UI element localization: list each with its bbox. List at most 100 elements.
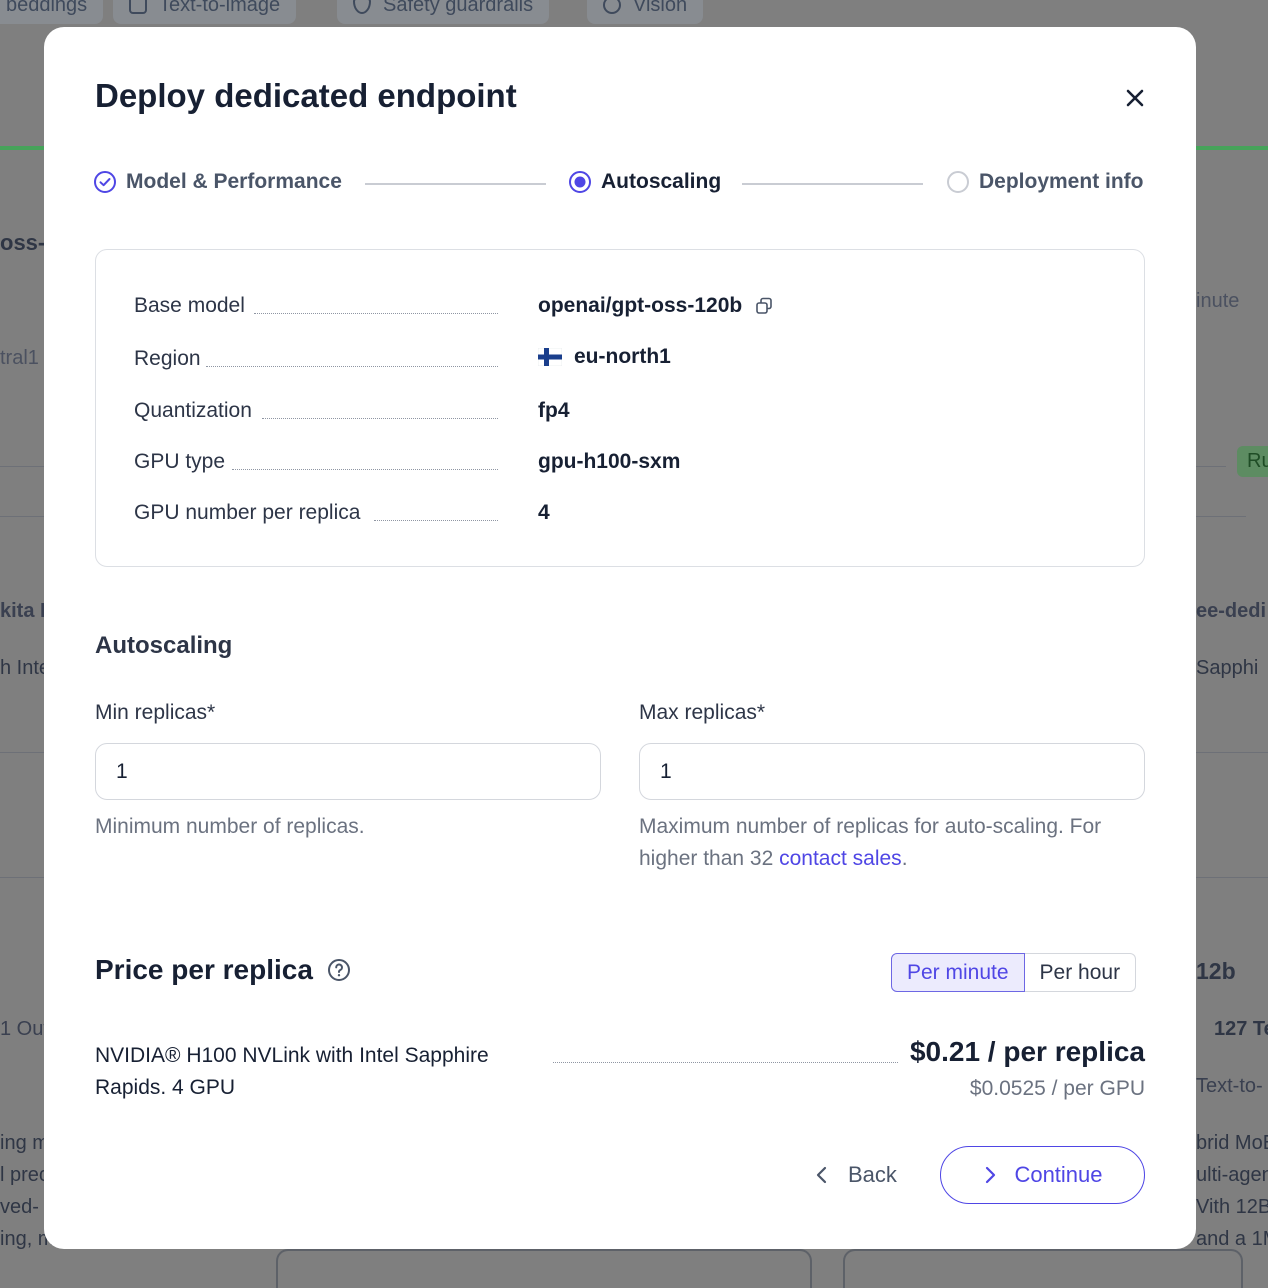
bg-card — [276, 1249, 812, 1288]
bg-divider — [1196, 466, 1226, 467]
price-section-title: Price per replica — [95, 954, 351, 986]
bg-divider — [1196, 516, 1246, 517]
summary-label: Base model — [134, 294, 247, 318]
dotted-leader — [232, 469, 498, 470]
summary-value: 4 — [538, 501, 550, 524]
region-value: eu-north1 — [574, 345, 671, 368]
price-period-toggle: Per minute Per hour — [891, 953, 1137, 992]
bg-fragment: ee-dedi — [1196, 600, 1267, 622]
back-label: Back — [848, 1162, 897, 1187]
price-title-text: Price per replica — [95, 954, 313, 985]
min-replicas-label: Min replicas* — [95, 701, 216, 724]
bg-divider — [0, 466, 44, 467]
min-replicas-input[interactable] — [95, 743, 601, 800]
bg-divider — [1196, 752, 1268, 753]
bg-divider — [0, 877, 44, 878]
bg-fragment: ulti-agen — [1196, 1164, 1268, 1186]
bg-fragment: l prec — [0, 1164, 49, 1186]
dotted-leader — [262, 418, 498, 419]
per-hour-toggle[interactable]: Per hour — [1024, 953, 1137, 992]
close-icon[interactable] — [1120, 83, 1150, 113]
radio-empty-icon — [947, 171, 969, 193]
bg-fragment: ved- — [0, 1196, 39, 1218]
model-summary-card: Base model openai/gpt-oss-120b Region eu… — [95, 249, 1145, 567]
summary-row-base-model: Base model openai/gpt-oss-120b — [134, 290, 1114, 320]
bg-fragment: oss- — [0, 230, 46, 255]
max-replicas-input[interactable] — [639, 743, 1145, 800]
step-label: Model & Performance — [126, 170, 342, 193]
helper-suffix: . — [901, 847, 908, 870]
bg-tab-label: beddings — [6, 0, 88, 16]
bg-tab-label: Safety guardrails — [383, 0, 534, 16]
deploy-endpoint-modal: Deploy dedicated endpoint Model & Perfor… — [44, 27, 1196, 1249]
autoscaling-section-title: Autoscaling — [95, 632, 233, 659]
modal-title: Deploy dedicated endpoint — [95, 77, 517, 114]
dotted-leader — [553, 1062, 898, 1063]
bg-fragment: 1 Out — [0, 1018, 49, 1040]
bg-tab-text-to-image: Text-to-image — [113, 0, 297, 24]
finland-flag-icon — [538, 348, 562, 366]
bg-card — [843, 1249, 1243, 1288]
summary-row-gpu-number: GPU number per replica 4 — [134, 497, 1114, 527]
copy-icon[interactable] — [754, 296, 774, 316]
bg-fragment: ing m — [0, 1132, 49, 1154]
bg-fragment: Text-to- — [1196, 1075, 1263, 1097]
bg-fragment: Sapphi — [1196, 657, 1259, 679]
bg-fragment: Vith 12B — [1196, 1196, 1268, 1218]
summary-value: eu-north1 — [538, 345, 671, 369]
continue-button[interactable]: Continue — [940, 1146, 1145, 1204]
bg-divider — [0, 516, 44, 517]
step-label: Deployment info — [979, 170, 1144, 193]
radio-selected-icon — [569, 171, 591, 193]
base-model-value: openai/gpt-oss-120b — [538, 294, 743, 317]
bg-divider — [1196, 877, 1268, 878]
summary-row-region: Region eu-north1 — [134, 343, 1114, 373]
continue-label: Continue — [1014, 1162, 1103, 1187]
bg-tab-label: Vision — [633, 0, 688, 16]
check-circle-icon — [94, 171, 116, 193]
bg-tab-safety: Safety guardrails — [337, 0, 550, 24]
max-replicas-helper: Maximum number of replicas for auto-scal… — [639, 811, 1145, 875]
bg-fragment: tral1 — [0, 347, 39, 369]
summary-label: GPU number per replica — [134, 501, 363, 525]
bg-divider — [0, 752, 44, 753]
bg-fragment: and a 1M — [1196, 1228, 1268, 1250]
bg-tab-vision: Vision — [587, 0, 704, 24]
chevron-left-icon — [816, 1166, 827, 1184]
shield-icon — [353, 0, 371, 14]
image-icon — [129, 0, 147, 14]
summary-row-quantization: Quantization fp4 — [134, 395, 1114, 425]
step-autoscaling[interactable]: Autoscaling — [568, 170, 721, 194]
step-deployment-info[interactable]: Deployment info — [946, 170, 1144, 194]
back-button[interactable]: Back — [814, 1155, 897, 1195]
dotted-leader — [374, 520, 498, 521]
bg-tab-label: Text-to-image — [159, 0, 281, 16]
summary-value: openai/gpt-oss-120b — [538, 294, 774, 318]
step-model-performance[interactable]: Model & Performance — [93, 170, 342, 194]
eye-icon — [603, 0, 621, 14]
bg-fragment: 127 Te — [1214, 1018, 1268, 1040]
price-per-replica: $0.21 / per replica — [909, 1036, 1145, 1067]
bg-fragment: brid MoE — [1196, 1132, 1268, 1154]
chevron-right-icon — [986, 1166, 996, 1184]
min-replicas-helper: Minimum number of replicas. — [95, 815, 365, 838]
contact-sales-link[interactable]: contact sales — [779, 847, 902, 870]
bg-fragment: h Inte — [0, 657, 51, 679]
stepper: Model & Performance Autoscaling Deployme… — [93, 170, 1146, 200]
bg-fragment: 12b — [1196, 958, 1236, 984]
summary-label: GPU type — [134, 450, 228, 474]
gpu-description: NVIDIA® H100 NVLink with Intel Sapphire … — [95, 1044, 489, 1099]
bg-tab-embeddings: beddings — [0, 0, 104, 24]
bg-status-tag: Ru — [1237, 446, 1268, 477]
dotted-leader — [206, 366, 498, 367]
max-replicas-label: Max replicas* — [639, 701, 766, 724]
per-minute-toggle[interactable]: Per minute — [891, 953, 1025, 992]
price-per-gpu: $0.0525 / per GPU — [969, 1077, 1145, 1100]
summary-value: gpu-h100-sxm — [538, 450, 681, 473]
dotted-leader — [254, 313, 498, 314]
step-connector — [365, 183, 546, 185]
summary-value: fp4 — [538, 399, 570, 422]
summary-label: Region — [134, 347, 203, 371]
help-icon[interactable] — [327, 958, 351, 982]
summary-row-gpu-type: GPU type gpu-h100-sxm — [134, 446, 1114, 476]
